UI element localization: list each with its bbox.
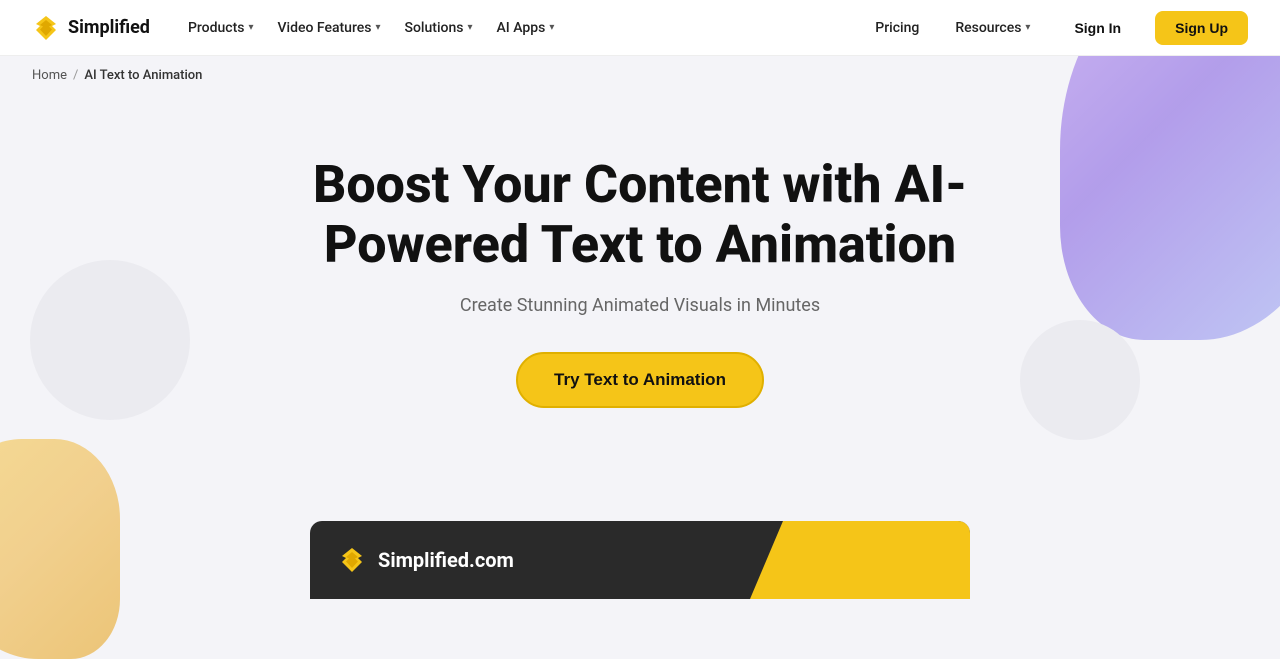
preview-yellow-section (750, 521, 970, 599)
bg-blob-left-bottom (0, 439, 120, 659)
video-features-chevron-icon: ▾ (375, 22, 380, 33)
navbar: Simplified Products ▾ Video Features ▾ S… (0, 0, 1280, 56)
nav-products[interactable]: Products ▾ (178, 14, 264, 42)
preview-logo-icon (338, 546, 366, 574)
nav-solutions[interactable]: Solutions ▾ (395, 14, 483, 42)
breadcrumb: Home / AI Text to Animation (0, 56, 1280, 95)
ai-apps-chevron-icon: ▾ (549, 22, 554, 33)
nav-items: Products ▾ Video Features ▾ Solutions ▾ … (178, 14, 564, 42)
breadcrumb-home[interactable]: Home (32, 68, 67, 83)
nav-ai-apps[interactable]: AI Apps ▾ (487, 14, 565, 42)
resources-chevron-icon: ▾ (1025, 22, 1030, 33)
bottom-preview-card: Simplified.com (310, 521, 970, 599)
hero-cta-button[interactable]: Try Text to Animation (516, 352, 764, 408)
logo-text: Simplified (68, 17, 150, 38)
signup-button[interactable]: Sign Up (1155, 11, 1248, 45)
nav-resources[interactable]: Resources ▾ (945, 14, 1040, 42)
signin-button[interactable]: Sign In (1056, 12, 1139, 44)
solutions-chevron-icon: ▾ (467, 22, 472, 33)
hero-title: Boost Your Content with AI-Powered Text … (250, 155, 1030, 275)
logo-icon (32, 14, 60, 42)
breadcrumb-separator: / (73, 68, 78, 83)
hero-section: Boost Your Content with AI-Powered Text … (0, 95, 1280, 438)
breadcrumb-current: AI Text to Animation (84, 68, 202, 83)
products-chevron-icon: ▾ (248, 22, 253, 33)
nav-pricing[interactable]: Pricing (865, 14, 929, 42)
logo[interactable]: Simplified (32, 14, 150, 42)
hero-subtitle: Create Stunning Animated Visuals in Minu… (460, 295, 820, 316)
preview-dark-section: Simplified.com (310, 546, 750, 574)
preview-logo-text: Simplified.com (378, 548, 514, 572)
navbar-right: Pricing Resources ▾ Sign In Sign Up (865, 11, 1248, 45)
navbar-left: Simplified Products ▾ Video Features ▾ S… (32, 14, 564, 42)
nav-video-features[interactable]: Video Features ▾ (267, 14, 390, 42)
